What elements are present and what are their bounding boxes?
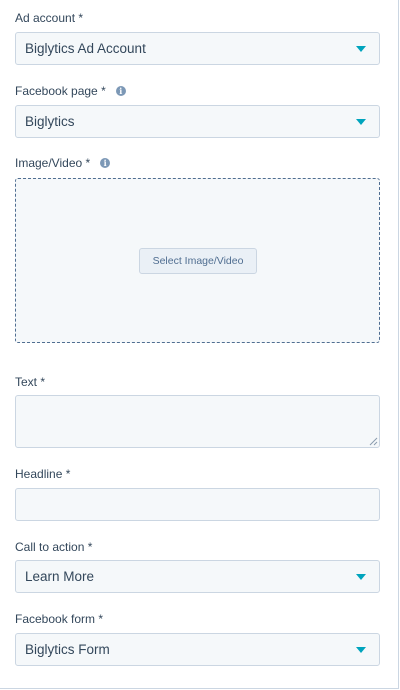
headline-label-text: Headline * (15, 467, 71, 481)
caret-down-icon (356, 46, 366, 52)
media-label-text: Image/Video * (15, 156, 91, 170)
ad-account-label-text: Ad account * (15, 11, 84, 25)
facebook-form-select[interactable]: Biglytics Form (15, 633, 380, 666)
caret-down-icon (356, 574, 366, 580)
facebook-form-value: Biglytics Form (25, 642, 110, 657)
media-label: Image/Video * i (15, 155, 111, 171)
text-label-text: Text * (15, 375, 46, 389)
facebook-page-value: Biglytics (25, 114, 75, 129)
ad-form-panel: Ad account * Biglytics Ad Account Facebo… (0, 0, 399, 689)
media-dropzone[interactable]: Select Image/Video (15, 178, 380, 343)
select-image-video-button[interactable]: Select Image/Video (139, 248, 257, 274)
facebook-form-label: Facebook form * (15, 611, 103, 627)
caret-down-icon (356, 647, 366, 653)
call-to-action-label: Call to action * (15, 539, 92, 555)
text-textarea[interactable] (15, 395, 380, 448)
headline-label: Headline * (15, 466, 70, 482)
facebook-form-label-text: Facebook form * (15, 612, 104, 626)
info-icon[interactable]: i (115, 86, 126, 96)
text-label: Text * (15, 374, 45, 390)
call-to-action-select[interactable]: Learn More (15, 560, 380, 593)
ad-account-value: Biglytics Ad Account (25, 41, 146, 56)
call-to-action-value: Learn More (25, 569, 95, 584)
facebook-page-select[interactable]: Biglytics (15, 105, 380, 138)
facebook-page-label: Facebook page * i (15, 83, 126, 99)
info-icon[interactable]: i (100, 158, 111, 168)
caret-down-icon (356, 119, 366, 125)
headline-input[interactable] (15, 488, 380, 521)
facebook-page-label-text: Facebook page * (15, 84, 106, 98)
ad-account-select[interactable]: Biglytics Ad Account (15, 32, 380, 65)
call-to-action-label-text: Call to action * (15, 540, 93, 554)
ad-account-label: Ad account * (15, 10, 83, 26)
